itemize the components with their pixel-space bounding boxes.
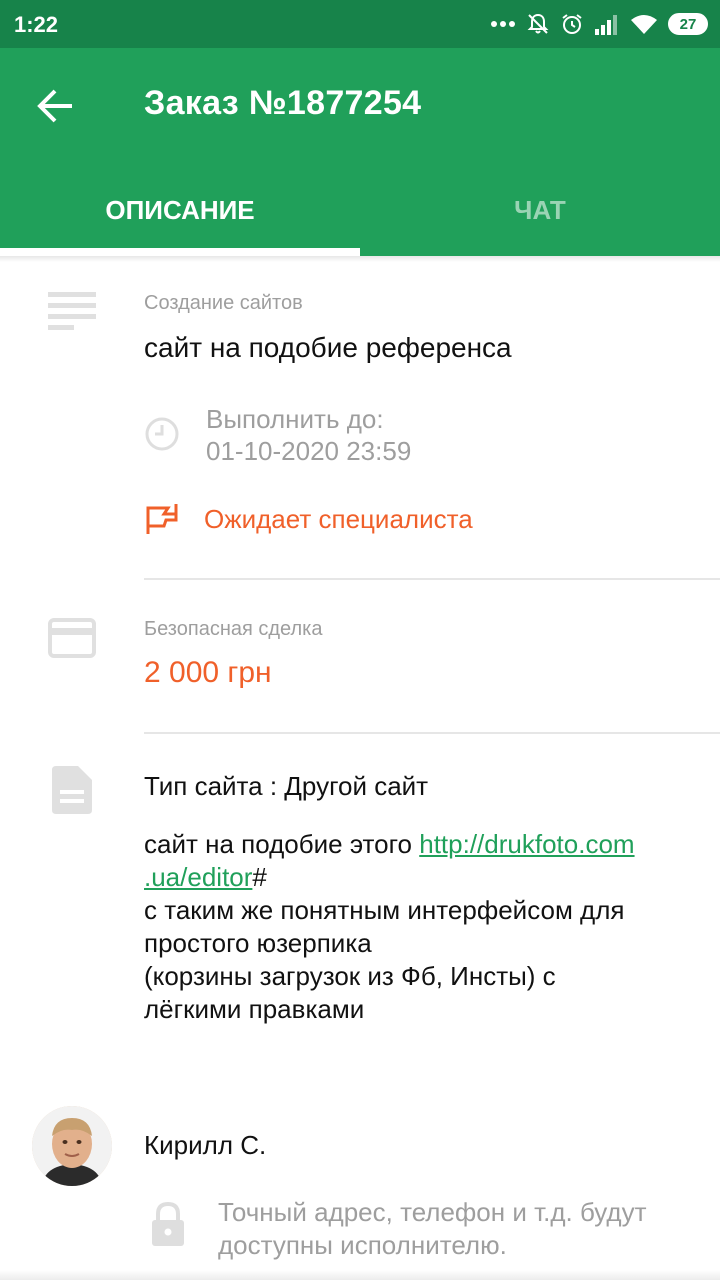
description-line: лёгкими правками [144,994,365,1024]
deadline-label: Выполнить до: [206,404,384,434]
payment-label: Безопасная сделка [144,618,323,640]
order-status: Ожидает специалиста [204,504,473,534]
description-line: (корзины загрузок из Фб, Инсты) с [144,961,556,991]
privacy-note: Точный адрес, телефон и т.д. будут досту… [218,1196,647,1262]
alarm-icon [562,14,582,34]
lock-icon [152,1202,184,1246]
mute-bell-icon [527,13,549,34]
tab-description[interactable]: ОПИСАНИЕ [0,168,360,252]
privacy-line: доступны исполнителю. [218,1230,507,1260]
flag-icon [146,504,178,534]
description-line: .ua/editor# [144,862,267,892]
description-link-cont[interactable]: .ua/editor [144,862,252,892]
avatar-photo [32,1106,112,1186]
more-dots-icon [491,21,515,27]
site-type: Тип сайта : Другой сайт [144,771,429,801]
description-line: простого юзерпика [144,928,372,958]
client-name: Кирилл С. [144,1130,267,1160]
page-title: Заказ №1877254 [144,84,422,122]
description-lines-icon [48,292,96,330]
description-line: с таким же понятным интерфейсом для [144,895,625,925]
description-text: сайт на подобие этого http://drukfoto.co… [144,828,704,1026]
status-time: 1:22 [14,12,59,37]
avatar[interactable] [32,1106,112,1186]
description-link[interactable]: http://drukfoto.com [419,829,634,859]
deadline-value: 01-10-2020 23:59 [206,436,412,466]
battery-level: 27 [679,15,697,33]
status-bar: 1:22 27 [0,0,720,48]
signal-icon [595,15,617,35]
clock-icon [145,417,179,451]
tab-chat[interactable]: ЧАТ [360,168,720,252]
bottom-fade [0,1270,720,1280]
wifi-icon [631,15,657,34]
order-name: сайт на подобие референса [144,332,512,363]
battery-icon: 27 [668,13,708,35]
description-line: сайт на подобие этого http://drukfoto.co… [144,829,635,859]
divider [144,578,720,580]
credit-card-icon [48,618,96,658]
appbar-shadow [0,256,720,262]
divider [144,732,720,734]
privacy-line: Точный адрес, телефон и т.д. будут [218,1197,647,1227]
app-bar: Заказ №1877254 ОПИСАНИЕ ЧАТ [0,48,720,256]
back-arrow-icon[interactable] [36,86,76,126]
order-category: Создание сайтов [144,292,303,314]
status-icons: 27 [490,10,708,38]
payment-price: 2 000 грн [144,656,272,689]
tab-indicator [0,248,360,256]
document-icon [52,766,92,814]
